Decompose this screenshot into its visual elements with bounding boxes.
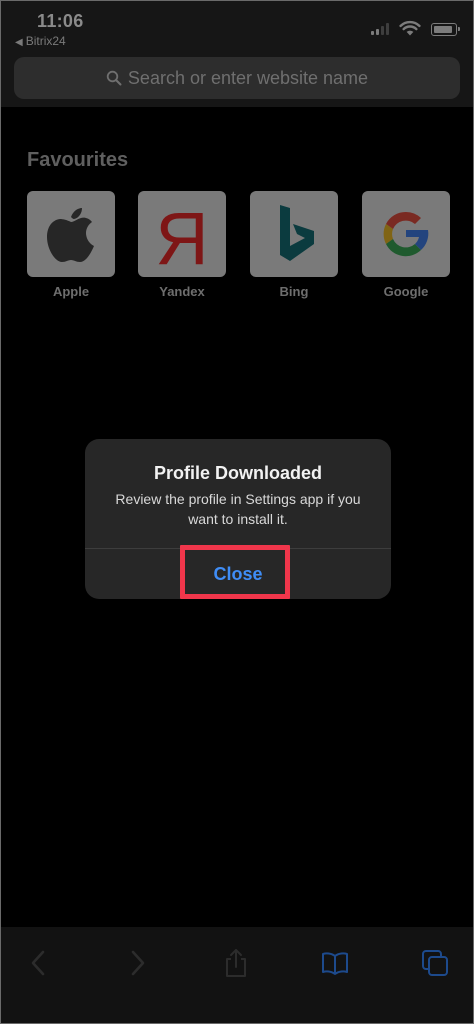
favourite-google[interactable]: Google [362, 191, 450, 299]
cellular-signal-icon [371, 23, 391, 35]
status-bar: 11:06 ◀ Bitrix24 [1, 1, 473, 53]
back-button[interactable] [21, 945, 57, 981]
share-button[interactable] [218, 945, 254, 981]
wifi-icon [399, 20, 421, 36]
address-bar-container: Search or enter website name [1, 53, 473, 107]
bottom-toolbar [1, 927, 473, 1023]
alert-message: Review the profile in Settings app if yo… [115, 491, 361, 527]
battery-icon [431, 23, 460, 36]
apple-logo-icon [27, 191, 115, 277]
share-icon [226, 949, 246, 977]
address-bar-placeholder: Search or enter website name [127, 67, 369, 88]
back-triangle-icon: ◀ [15, 37, 23, 48]
back-app-label: Bitrix24 [25, 34, 66, 48]
favourites-heading: Favourites [27, 149, 129, 171]
status-time: 11:06 [37, 11, 84, 31]
yandex-logo-icon: Я [138, 191, 226, 277]
favourite-bing[interactable]: Bing [250, 191, 338, 299]
bing-logo-icon [250, 191, 338, 277]
favourite-yandex[interactable]: Я Yandex [138, 191, 226, 299]
tabs-button[interactable] [417, 945, 453, 981]
forward-button[interactable] [119, 945, 155, 981]
close-button-highlight [180, 545, 290, 599]
favourite-yandex-label: Yandex [159, 284, 205, 299]
tabs-icon [422, 950, 448, 976]
forward-chevron-icon [131, 950, 145, 976]
google-logo-icon [362, 191, 450, 277]
favourite-apple-label: Apple [52, 284, 90, 299]
bookmarks-book-icon [322, 952, 348, 975]
search-icon [106, 70, 122, 86]
favourite-bing-label: Bing [279, 284, 309, 299]
back-to-app-link[interactable]: ◀ Bitrix24 [15, 34, 66, 48]
safari-screen: 11:06 ◀ Bitrix24 Search or enter website … [0, 0, 474, 1024]
favourite-apple[interactable]: Apple [27, 191, 115, 299]
back-chevron-icon [31, 950, 45, 976]
favourite-google-label: Google [383, 284, 429, 299]
bookmarks-button[interactable] [317, 945, 353, 981]
favourites-grid: Apple Я Yandex Bing Google [27, 191, 450, 311]
alert-title: Profile Downloaded [153, 463, 322, 483]
yandex-logo-letter: Я [155, 197, 208, 277]
address-bar[interactable]: Search or enter website name [14, 57, 460, 99]
